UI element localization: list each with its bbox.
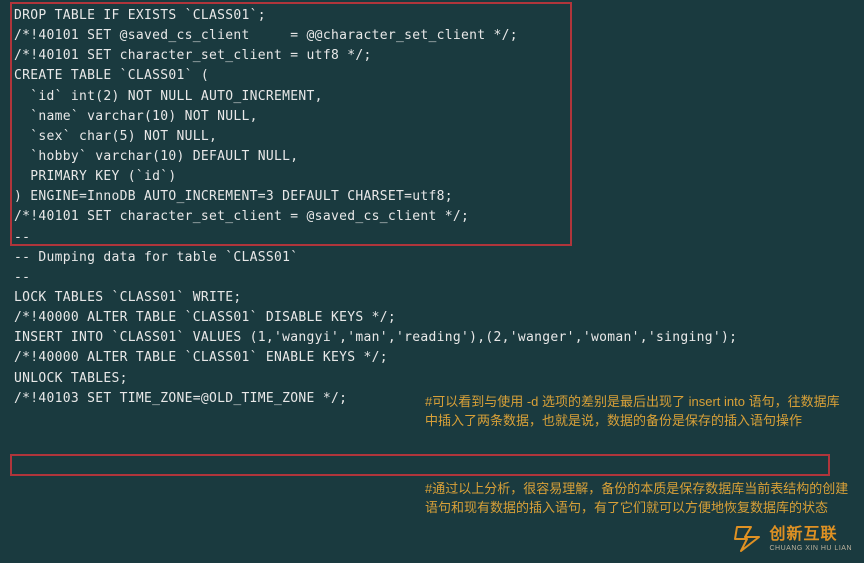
- annotation-backup-essence: #通过以上分析，很容易理解，备份的本质是保存数据库当前表结构的创建语句和现有数据…: [425, 480, 855, 518]
- logo-text-en: CHUANG XIN HU LIAN: [769, 545, 852, 552]
- sql-line: CREATE TABLE `CLASS01` (: [14, 66, 850, 86]
- sql-line: INSERT INTO `CLASS01` VALUES (1,'wangyi'…: [14, 328, 850, 348]
- sql-line: /*!40101 SET character_set_client = @sav…: [14, 207, 850, 227]
- sql-line: DROP TABLE IF EXISTS `CLASS01`;: [14, 6, 850, 26]
- annotation-insert-explanation: #可以看到与使用 -d 选项的差别是最后出现了 insert into 语句，往…: [425, 393, 845, 431]
- sql-line: ) ENGINE=InnoDB AUTO_INCREMENT=3 DEFAULT…: [14, 187, 850, 207]
- brand-logo: 创新互联 CHUANG XIN HU LIAN: [733, 525, 852, 553]
- highlight-box-insert: [10, 454, 830, 476]
- sql-line: /*!40000 ALTER TABLE `CLASS01` ENABLE KE…: [14, 348, 850, 368]
- sql-line: `hobby` varchar(10) DEFAULT NULL,: [14, 147, 850, 167]
- sql-line: `name` varchar(10) NOT NULL,: [14, 107, 850, 127]
- sql-line: --: [14, 268, 850, 288]
- sql-line: /*!40101 SET @saved_cs_client = @@charac…: [14, 26, 850, 46]
- logo-mark-icon: [733, 525, 763, 553]
- sql-line: PRIMARY KEY (`id`): [14, 167, 850, 187]
- sql-line: /*!40101 SET character_set_client = utf8…: [14, 46, 850, 66]
- sql-line: --: [14, 228, 850, 248]
- sql-dump-block: DROP TABLE IF EXISTS `CLASS01`; /*!40101…: [14, 6, 850, 409]
- sql-line: LOCK TABLES `CLASS01` WRITE;: [14, 288, 850, 308]
- sql-line: UNLOCK TABLES;: [14, 369, 850, 389]
- sql-line: `sex` char(5) NOT NULL,: [14, 127, 850, 147]
- sql-line: /*!40000 ALTER TABLE `CLASS01` DISABLE K…: [14, 308, 850, 328]
- sql-line: -- Dumping data for table `CLASS01`: [14, 248, 850, 268]
- sql-line: `id` int(2) NOT NULL AUTO_INCREMENT,: [14, 87, 850, 107]
- logo-text-cn: 创新互联: [769, 527, 852, 543]
